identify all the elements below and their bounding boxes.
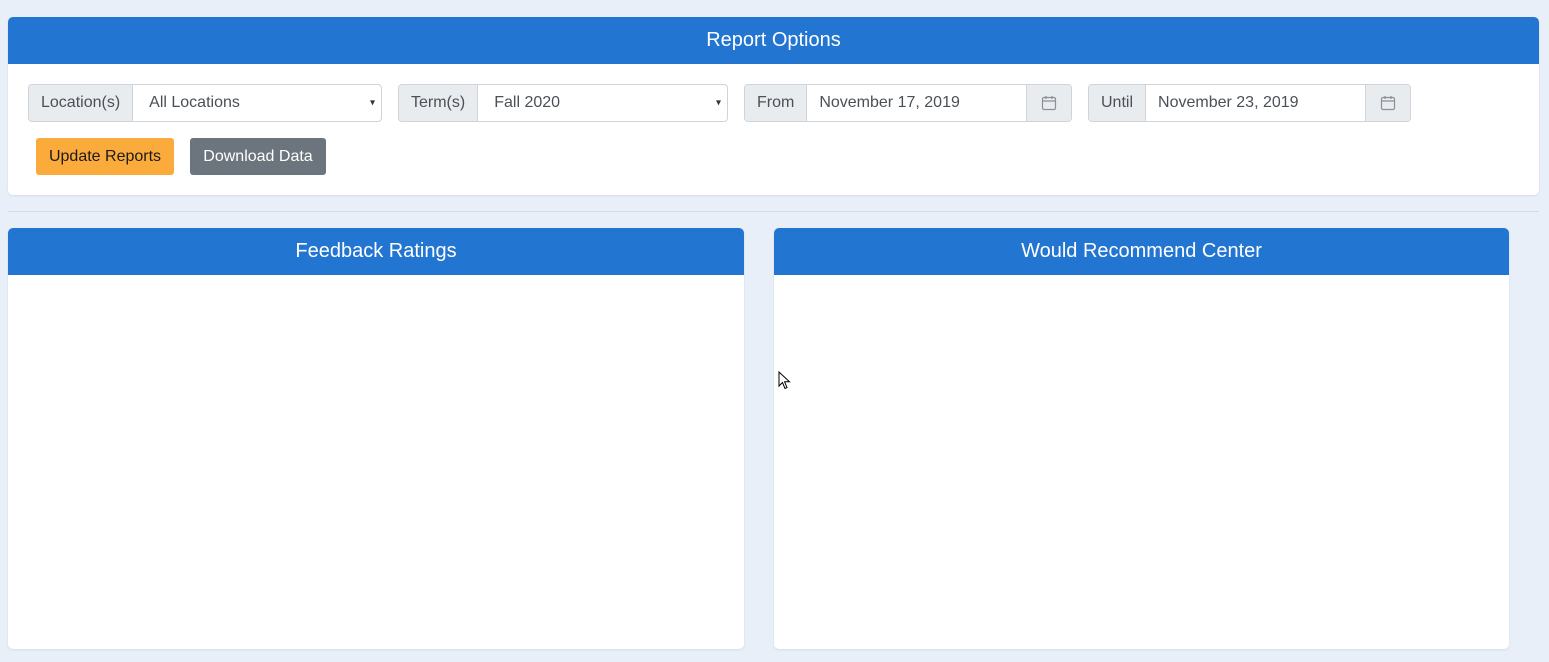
would-recommend-panel: Would Recommend Center xyxy=(774,228,1509,649)
feedback-ratings-title: Feedback Ratings xyxy=(8,228,744,275)
from-calendar-button[interactable] xyxy=(1026,85,1071,121)
term-select-value: Fall 2020 xyxy=(494,94,561,111)
location-label: Location(s) xyxy=(29,85,134,121)
location-filter: Location(s) All Locations ▾ xyxy=(28,84,382,122)
download-data-button[interactable]: Download Data xyxy=(190,138,326,175)
calendar-icon xyxy=(1380,96,1396,111)
until-calendar-button[interactable] xyxy=(1365,85,1410,121)
term-filter: Term(s) Fall 2020 ▾ xyxy=(398,84,728,122)
calendar-icon xyxy=(1041,96,1057,111)
location-select-value: All Locations xyxy=(149,94,240,111)
mouse-cursor-icon xyxy=(778,371,791,390)
term-label: Term(s) xyxy=(399,85,479,121)
would-recommend-title: Would Recommend Center xyxy=(774,228,1509,275)
chevron-down-icon: ▾ xyxy=(715,97,721,109)
location-select[interactable]: All Locations ▾ xyxy=(133,85,381,121)
report-options-panel: Report Options Location(s) All Locations… xyxy=(8,17,1539,195)
until-date-input[interactable]: November 23, 2019 xyxy=(1146,85,1365,121)
from-label: From xyxy=(745,85,808,121)
from-date-input[interactable]: November 17, 2019 xyxy=(807,85,1026,121)
feedback-ratings-panel: Feedback Ratings xyxy=(8,228,744,649)
until-date-filter: Until November 23, 2019 xyxy=(1088,84,1411,122)
until-label: Until xyxy=(1089,85,1147,121)
from-date-filter: From November 17, 2019 xyxy=(744,84,1072,122)
chevron-down-icon: ▾ xyxy=(369,97,375,109)
term-select[interactable]: Fall 2020 ▾ xyxy=(478,85,727,121)
report-options-title: Report Options xyxy=(8,17,1539,64)
update-reports-button[interactable]: Update Reports xyxy=(36,138,174,175)
section-divider xyxy=(8,211,1539,212)
